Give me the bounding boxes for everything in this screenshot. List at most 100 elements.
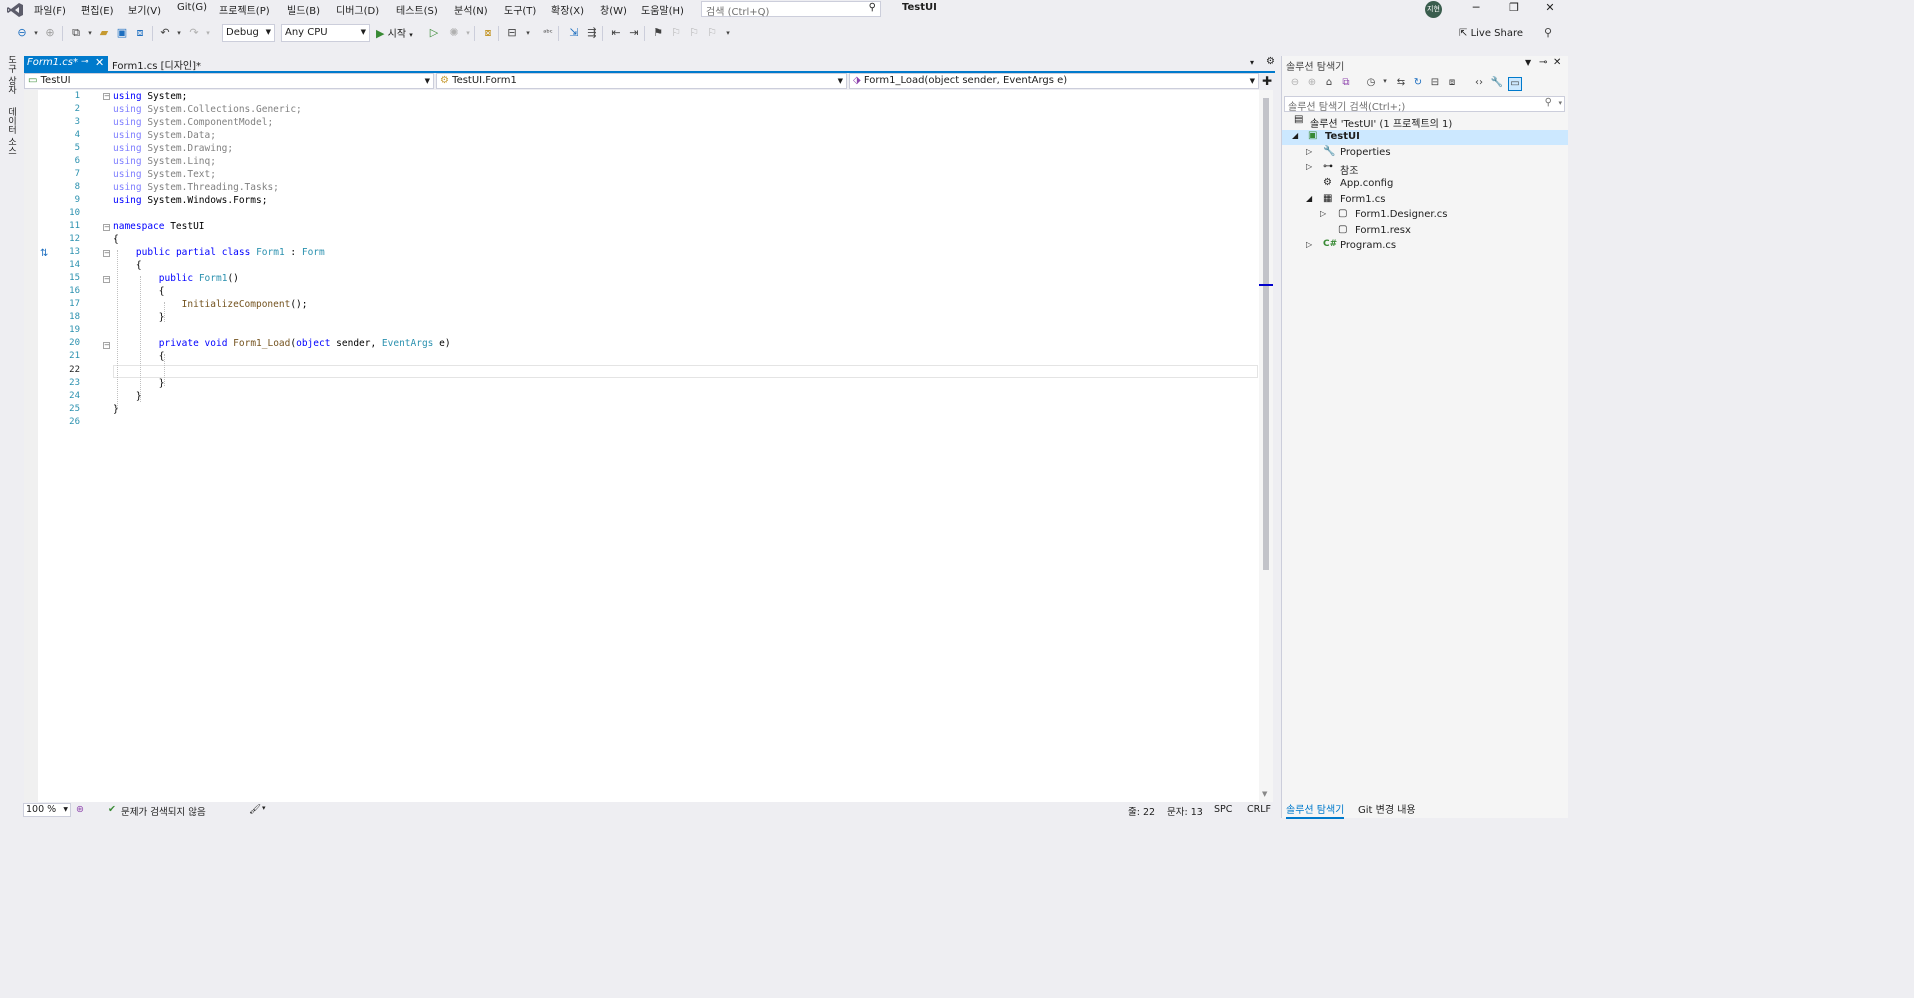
issues-status[interactable]: 문제가 검색되지 않음 bbox=[121, 804, 206, 818]
step-over-icon[interactable]: ⇶ bbox=[584, 25, 600, 41]
code-line[interactable]: { bbox=[113, 351, 165, 362]
code-line[interactable]: InitializeComponent(); bbox=[113, 299, 308, 310]
tree-item-project[interactable]: ◢ ▣ TestUI bbox=[1282, 130, 1568, 145]
code-line[interactable]: using System.Windows.Forms; bbox=[113, 195, 267, 206]
minimize-icon[interactable]: ─ bbox=[1467, 1, 1485, 17]
pin-icon[interactable]: ⊸ bbox=[1539, 57, 1547, 68]
tree-item-properties[interactable]: ▷ 🔧 Properties bbox=[1282, 146, 1568, 161]
home-icon[interactable]: ⌂ bbox=[1322, 77, 1336, 91]
code-line[interactable]: private void Form1_Load(object sender, E… bbox=[113, 338, 451, 349]
code-line[interactable]: using System.Linq; bbox=[113, 156, 216, 167]
menu-debug[interactable]: 디버그(D) bbox=[336, 2, 379, 17]
code-line[interactable]: using System; bbox=[113, 91, 187, 102]
forward-icon[interactable]: ⊕ bbox=[1305, 77, 1319, 91]
split-editor-icon[interactable]: ✚ bbox=[1262, 74, 1272, 88]
menu-project[interactable]: 프로젝트(P) bbox=[219, 2, 270, 17]
account-avatar[interactable]: 지현 bbox=[1425, 1, 1442, 18]
feedback-icon[interactable]: ⚲ bbox=[1540, 25, 1556, 41]
expanded-chevron-icon[interactable]: ◢ bbox=[1306, 194, 1312, 203]
layout-dropdown-icon[interactable]: ▾ bbox=[520, 25, 536, 41]
start-dropdown-icon[interactable]: ▾ bbox=[409, 31, 413, 39]
spell-check-icon[interactable]: ᵃᵇᶜ bbox=[540, 25, 556, 41]
code-line[interactable]: { bbox=[113, 234, 119, 245]
pin-icon[interactable]: ⊸ bbox=[81, 57, 89, 67]
collapse-icon[interactable]: − bbox=[103, 250, 110, 257]
code-line[interactable]: namespace TestUI bbox=[113, 221, 205, 232]
collapse-icon[interactable]: − bbox=[103, 276, 110, 283]
editor-vertical-scrollbar[interactable]: ▼ bbox=[1259, 90, 1273, 803]
preview-icon[interactable]: ▭ bbox=[1508, 77, 1522, 91]
back-icon[interactable]: ⊖ bbox=[1288, 77, 1302, 91]
restore-icon[interactable]: ❐ bbox=[1505, 1, 1523, 17]
cleanup-dropdown-icon[interactable]: ▾ bbox=[262, 804, 266, 812]
code-line[interactable]: using System.Text; bbox=[113, 169, 216, 180]
save-icon[interactable]: ▣ bbox=[114, 25, 130, 41]
panel-dropdown-icon[interactable]: ▼ bbox=[1525, 58, 1531, 67]
collapse-icon[interactable]: − bbox=[103, 224, 110, 231]
code-line[interactable]: } bbox=[113, 391, 142, 402]
visual-studio-logo-icon[interactable] bbox=[6, 2, 24, 18]
code-line[interactable]: using System.ComponentModel; bbox=[113, 117, 273, 128]
code-line[interactable]: { bbox=[113, 286, 165, 297]
solution-search-input[interactable]: 솔루션 탐색기 검색(Ctrl+;) ⚲ ▾ bbox=[1284, 96, 1565, 113]
tab-solution-explorer[interactable]: 솔루션 탐색기 bbox=[1286, 801, 1345, 819]
collapsed-chevron-icon[interactable]: ▷ bbox=[1320, 209, 1326, 218]
menu-file[interactable]: 파일(F) bbox=[34, 2, 66, 17]
start-debugging-button[interactable]: ▶ 시작 ▾ bbox=[376, 25, 413, 40]
copilot-icon[interactable]: ⊛ bbox=[76, 804, 84, 815]
codelens-reference-icon[interactable]: ⇅ bbox=[40, 248, 48, 259]
toolbox-tab[interactable]: 도구 상자 bbox=[5, 55, 18, 94]
refresh-icon[interactable]: ↻ bbox=[1411, 77, 1425, 91]
code-line[interactable]: using System.Drawing; bbox=[113, 143, 233, 154]
whitespace-indicator[interactable]: SPC bbox=[1214, 804, 1232, 815]
close-panel-icon[interactable]: ✕ bbox=[1553, 57, 1561, 68]
layout-icon[interactable]: ⊟ bbox=[504, 25, 520, 41]
properties-wrench-icon[interactable]: 🔧 bbox=[1490, 77, 1504, 91]
code-editor[interactable]: ⇅ − − − − − 1 2 3 4 5 6 7 8 9 10 11 12 1… bbox=[24, 90, 1271, 803]
code-line[interactable]: { bbox=[113, 260, 142, 271]
expanded-chevron-icon[interactable]: ◢ bbox=[1292, 131, 1298, 140]
save-all-icon[interactable]: ⧈ bbox=[132, 25, 148, 41]
menu-edit[interactable]: 편집(E) bbox=[81, 2, 114, 17]
tree-item-program[interactable]: ▷ C# Program.cs bbox=[1282, 239, 1568, 254]
collapsed-chevron-icon[interactable]: ▷ bbox=[1306, 162, 1312, 171]
code-cleanup-icon[interactable]: 🖌 bbox=[249, 804, 261, 815]
tab-git-changes[interactable]: Git 변경 내용 bbox=[1358, 801, 1416, 816]
navigate-forward-icon[interactable]: ⊕ bbox=[42, 25, 58, 41]
code-line[interactable]: public Form1() bbox=[113, 273, 239, 284]
code-line[interactable]: public partial class Form1 : Form bbox=[113, 247, 325, 258]
menu-help[interactable]: 도움말(H) bbox=[641, 2, 684, 17]
tab-form1-design[interactable]: Form1.cs [디자인]* bbox=[111, 56, 231, 72]
outdent-icon[interactable]: ⇤ bbox=[608, 25, 624, 41]
menu-tools[interactable]: 도구(T) bbox=[504, 2, 536, 17]
menu-view[interactable]: 보기(V) bbox=[128, 2, 161, 17]
show-all-files-icon[interactable]: ⧈ bbox=[1445, 77, 1459, 91]
collapsed-chevron-icon[interactable]: ▷ bbox=[1306, 240, 1312, 249]
settings-gear-icon[interactable]: ⚙ bbox=[1266, 56, 1275, 67]
code-line[interactable]: using System.Collections.Generic; bbox=[113, 104, 302, 115]
bookmark-icon[interactable]: ⚑ bbox=[650, 25, 666, 41]
redo-dropdown-icon[interactable]: ▾ bbox=[200, 25, 216, 41]
tree-item-references[interactable]: ▷ ⊶ 참조 bbox=[1282, 161, 1568, 177]
pending-changes-filter-icon[interactable]: ◷ bbox=[1364, 77, 1378, 91]
code-line[interactable]: using System.Data; bbox=[113, 130, 216, 141]
close-window-icon[interactable]: ✕ bbox=[1541, 1, 1559, 17]
collapse-icon[interactable]: − bbox=[103, 93, 110, 100]
tab-form1-cs[interactable]: Form1.cs* ⊸ ✕ bbox=[24, 56, 108, 71]
open-folder-icon[interactable]: ▰ bbox=[96, 25, 112, 41]
datasource-tab[interactable]: 데이터 소스 bbox=[5, 107, 18, 155]
browse-icon[interactable]: ⧇ bbox=[480, 25, 496, 41]
tab-list-dropdown-icon[interactable]: ▾ bbox=[1250, 58, 1254, 67]
sync-icon[interactable]: ⇆ bbox=[1394, 77, 1408, 91]
configuration-select[interactable]: Debug ▼ bbox=[222, 24, 275, 42]
close-tab-icon[interactable]: ✕ bbox=[95, 56, 104, 69]
scrollbar-thumb[interactable] bbox=[1263, 98, 1269, 570]
collapse-all-icon[interactable]: ⊟ bbox=[1428, 77, 1442, 91]
global-search-input[interactable]: 검색 (Ctrl+Q) ⚲ bbox=[701, 1, 881, 18]
menu-analyze[interactable]: 분석(N) bbox=[454, 2, 488, 17]
type-navigation-select[interactable]: ⚙ TestUI.Form1 ▼ bbox=[436, 73, 847, 89]
line-indicator[interactable]: 줄: 22 bbox=[1128, 804, 1155, 818]
collapse-icon[interactable]: − bbox=[103, 342, 110, 349]
menu-build[interactable]: 빌드(B) bbox=[287, 2, 320, 17]
search-options-dropdown-icon[interactable]: ▾ bbox=[1558, 99, 1562, 107]
